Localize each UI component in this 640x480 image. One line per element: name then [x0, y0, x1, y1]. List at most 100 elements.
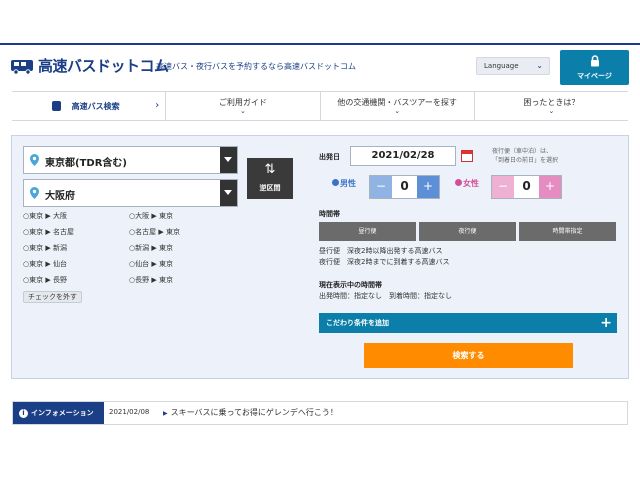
calendar-icon[interactable] — [461, 150, 473, 162]
chevron-down-icon: ⌄ — [548, 107, 555, 115]
info-tag-label: インフォメーション — [31, 409, 94, 417]
male-increment-button[interactable]: + — [417, 176, 439, 198]
route-checkbox[interactable]: ○大阪 ▶ 東京 — [129, 211, 173, 221]
nav-item-guide[interactable]: ご利用ガイド ⌄ — [166, 92, 321, 120]
route-checkbox[interactable]: ○東京 ▶ 大阪 — [23, 211, 67, 221]
route-checkbox[interactable]: ○仙台 ▶ 東京 — [129, 259, 173, 269]
route-checkbox[interactable]: ○新潟 ▶ 東京 — [129, 243, 173, 253]
male-label: 男性 — [332, 178, 356, 189]
current-time-value: 出発時間：指定なし 到着時間：指定なし — [319, 292, 452, 300]
route-checkbox[interactable]: ○東京 ▶ 名古屋 — [23, 227, 74, 237]
route-from: 長野 — [135, 276, 150, 284]
dropdown-arrow-icon — [220, 180, 237, 206]
route-arrow-icon: ▶ — [43, 260, 53, 268]
route-to: 東京 — [158, 260, 173, 268]
female-person-icon — [455, 179, 462, 186]
info-date: 2021/02/08 — [109, 408, 150, 416]
swap-arrows-icon: ⇅ — [264, 162, 276, 177]
route-from: 大阪 — [135, 212, 150, 220]
route-to: 東京 — [165, 228, 180, 236]
male-decrement-button[interactable]: − — [370, 176, 392, 198]
route-from: 東京 — [29, 228, 44, 236]
nav-label: 高速バス検索 — [71, 102, 120, 111]
language-select[interactable]: Language ⌄ — [476, 57, 550, 75]
female-increment-button[interactable]: + — [539, 176, 561, 198]
route-arrow-icon: ▶ — [43, 212, 53, 220]
chevron-down-icon: ⌄ — [239, 107, 246, 115]
route-from: 仙台 — [135, 260, 150, 268]
nav-label: 他の交通機関・バスツアーを探す — [337, 98, 457, 107]
route-arrow-icon: ▶ — [156, 228, 166, 236]
nav-item-bus-search[interactable]: 高速バス検索 › — [12, 92, 167, 120]
information-bar: i インフォメーション 2021/02/08 ▶ スキーバスに乗ってお得にゲレンデへ… — [12, 401, 628, 425]
female-decrement-button[interactable]: − — [492, 176, 514, 198]
route-checkbox[interactable]: ○東京 ▶ 仙台 — [23, 259, 67, 269]
route-from: 東京 — [29, 276, 44, 284]
nav-item-help[interactable]: 困ったときは？ ⌄ — [475, 92, 628, 120]
route-from: 名古屋 — [135, 228, 157, 236]
current-time-label: 現在表示中の時間帯 — [319, 281, 382, 289]
night-note-line1: 夜行便（車中泊）は、 — [492, 148, 553, 155]
swap-label: 逆区間 — [259, 184, 281, 192]
arrival-select[interactable]: 大阪府 — [23, 179, 238, 207]
route-to: 名古屋 — [52, 228, 74, 236]
chevron-down-icon: ⌄ — [394, 107, 401, 115]
triangle-right-icon: ▶ — [163, 410, 168, 417]
overnight-description: 夜行便 深夜2時までに到着する高速バス — [319, 258, 450, 266]
female-label: 女性 — [455, 178, 479, 189]
nav-item-other-transport[interactable]: 他の交通機関・バスツアーを探す ⌄ — [321, 92, 475, 120]
time-label: 時間帯 — [319, 210, 340, 218]
bus-icon — [52, 101, 61, 111]
logo-text: 高速バスドットコム — [38, 57, 169, 75]
bus-logo-icon — [11, 59, 33, 75]
chevron-down-icon: ⌄ — [536, 61, 543, 70]
route-checkbox[interactable]: ○東京 ▶ 新潟 — [23, 243, 67, 253]
time-range-button[interactable]: 時間帯指定 — [519, 222, 616, 241]
male-count-stepper: − 0 + — [369, 175, 440, 199]
night-bus-note: 夜行便（車中泊）は、 「到着日の前日」を選択 — [492, 147, 558, 165]
route-from: 新潟 — [135, 244, 150, 252]
route-arrow-icon: ▶ — [149, 276, 159, 284]
uncheck-all-button[interactable]: チェックを外す — [23, 291, 82, 303]
male-label-text: 男性 — [340, 179, 356, 188]
night-note-line2: 「到着日の前日」を選択 — [492, 157, 559, 164]
male-person-icon — [332, 179, 339, 186]
departure-value: 東京都(TDR含む) — [45, 158, 127, 169]
nav-label: 困ったときは？ — [523, 98, 580, 107]
route-to: 東京 — [158, 244, 173, 252]
dropdown-arrow-icon — [220, 147, 237, 173]
route-to: 大阪 — [52, 212, 67, 220]
add-conditions-label: こだわり条件を追加 — [326, 319, 389, 327]
info-news-link[interactable]: ▶ スキーバスに乗ってお得にゲレンデへ行こう！ — [163, 407, 338, 418]
arrival-value: 大阪府 — [45, 191, 75, 202]
location-pin-icon — [30, 187, 39, 199]
route-arrow-icon: ▶ — [43, 276, 53, 284]
info-news-text: スキーバスに乗ってお得にゲレンデへ行こう！ — [170, 408, 338, 417]
route-to: 東京 — [158, 212, 173, 220]
female-label-text: 女性 — [463, 179, 479, 188]
swap-route-button[interactable]: ⇅ 逆区間 — [247, 158, 293, 199]
route-checkbox[interactable]: ○東京 ▶ 長野 — [23, 275, 67, 285]
route-to: 新潟 — [52, 244, 67, 252]
mypage-button[interactable]: マイページ — [560, 50, 629, 85]
female-count-stepper: − 0 + — [491, 175, 562, 199]
route-checkbox[interactable]: ○名古屋 ▶ 東京 — [129, 227, 180, 237]
route-arrow-icon: ▶ — [43, 244, 53, 252]
route-to: 仙台 — [52, 260, 67, 268]
departure-date-input[interactable]: 2021/02/28 — [350, 146, 456, 166]
site-logo[interactable]: 高速バスドットコム — [10, 55, 169, 76]
female-count: 0 — [522, 179, 531, 193]
top-border — [0, 43, 640, 45]
lock-icon — [591, 55, 599, 67]
search-button[interactable]: 検索する — [364, 343, 573, 368]
route-arrow-icon: ▶ — [149, 244, 159, 252]
add-conditions-bar[interactable]: こだわり条件を追加 + — [319, 313, 617, 333]
overnight-button[interactable]: 夜行便 — [419, 222, 516, 241]
route-from: 東京 — [29, 212, 44, 220]
daytime-button[interactable]: 昼行便 — [319, 222, 416, 241]
departure-select[interactable]: 東京都(TDR含む) — [23, 146, 238, 174]
route-arrow-icon: ▶ — [149, 260, 159, 268]
info-icon: i — [19, 409, 28, 418]
chevron-right-icon: › — [155, 100, 160, 111]
route-checkbox[interactable]: ○長野 ▶ 東京 — [129, 275, 173, 285]
